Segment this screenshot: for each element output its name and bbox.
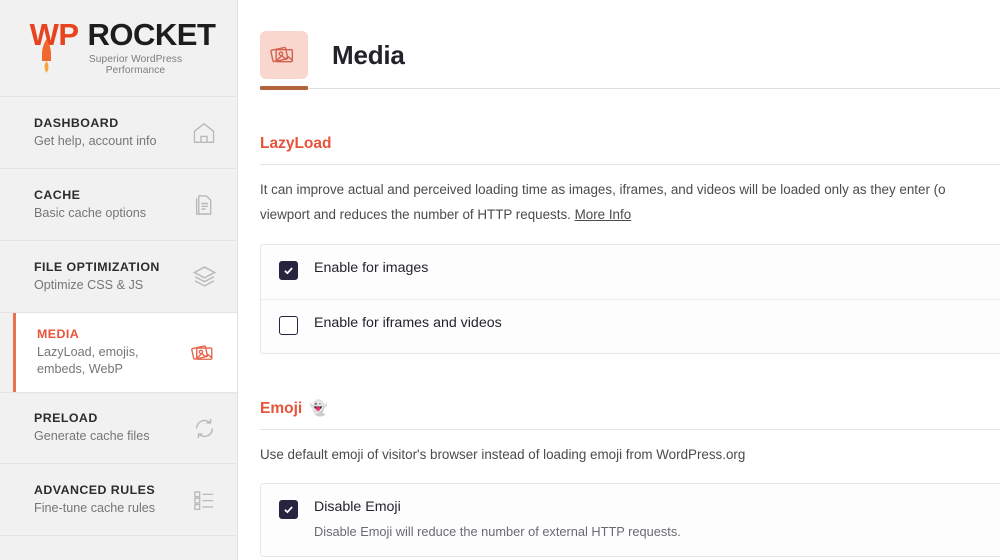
page-header: Media — [238, 0, 1000, 88]
option-row-enable-for-images[interactable]: Enable for images — [261, 245, 1000, 299]
home-icon — [189, 118, 219, 148]
sidebar-item-desc: Optimize CSS & JS — [34, 277, 144, 292]
checkbox-enable-for-images[interactable] — [279, 260, 298, 280]
lazyload-options-card: Enable for images Enable for iframes and… — [260, 243, 1000, 354]
sidebar-item-desc: Get help, account info — [34, 133, 157, 148]
option-sublabel: Disable Emoji will reduce the number of … — [314, 524, 681, 540]
brand-logo[interactable]: WP ROCKET Superior WordPress Performance — [0, 0, 237, 96]
photos-icon — [189, 338, 219, 368]
option-label[interactable]: Enable for images — [314, 260, 428, 278]
section-description-continued: viewport and reduces the number of HTTP … — [260, 204, 1000, 225]
option-label[interactable]: Enable for iframes and videos — [314, 315, 502, 333]
section-description: Use default emoji of visitor's browser i… — [260, 444, 1000, 465]
sidebar-item-desc: Fine-tune cache rules — [34, 500, 156, 515]
sidebar-item-title: CACHE — [34, 187, 81, 202]
section-description: It can improve actual and perceived load… — [260, 179, 1000, 200]
wp-rocket-settings-app: WP ROCKET Superior WordPress Performance… — [0, 0, 1000, 560]
section-title: LazyLoad — [260, 135, 1000, 153]
section-divider — [260, 164, 1000, 165]
section-divider — [260, 428, 1000, 430]
section-description-line2: viewport and reduces the number of HTTP … — [260, 207, 571, 223]
section-description-line1: It can improve actual and perceived load… — [260, 182, 946, 197]
document-icon — [189, 190, 219, 220]
layers-icon — [189, 262, 219, 292]
logo-rocket-text: ROCKET — [87, 17, 216, 52]
sidebar-item-file-optimization[interactable]: FILE OPTIMIZATION Optimize CSS & JS — [0, 241, 237, 313]
section-emoji: Emoji 👻 Use default emoji of visitor's b… — [238, 400, 1000, 557]
option-row-disable-emoji[interactable]: Disable Emoji Disable Emoji will reduce … — [261, 484, 1000, 556]
photos-icon — [260, 31, 308, 79]
sidebar-item-media[interactable]: MEDIA LazyLoad, emojis, embeds, WebP — [13, 313, 237, 392]
sidebar: WP ROCKET Superior WordPress Performance… — [0, 0, 238, 560]
check-icon — [284, 506, 293, 514]
sidebar-item-cache[interactable]: CACHE Basic cache options — [0, 169, 237, 241]
sidebar-item-title: FILE OPTIMIZATION — [34, 259, 160, 274]
main-content: Media LazyLoad It can improve actual and… — [238, 0, 1000, 560]
checkbox-enable-for-iframes-and-videos[interactable] — [279, 315, 298, 335]
sidebar-item-dashboard[interactable]: DASHBOARD Get help, account info — [0, 97, 237, 169]
sidebar-item-title: ADVANCED RULES — [34, 482, 156, 497]
section-title-text: LazyLoad — [260, 135, 332, 152]
check-icon — [284, 267, 293, 275]
emoji-options-card: Disable Emoji Disable Emoji will reduce … — [260, 483, 1000, 557]
option-row-enable-for-iframes-and-videos[interactable]: Enable for iframes and videos — [261, 298, 1000, 353]
sidebar-item-title: MEDIA — [37, 327, 80, 341]
sidebar-item-desc: Generate cache files — [34, 429, 150, 443]
ghost-emoji-icon: 👻 — [309, 400, 328, 418]
more-info-link[interactable]: More Info — [575, 207, 632, 222]
checkbox-disable-emoji[interactable] — [279, 500, 298, 520]
logo-wp-text: WP — [29, 17, 79, 52]
sidebar-item-preload[interactable]: PRELOAD Generate cache files — [0, 392, 237, 464]
page-title: Media — [332, 39, 405, 70]
page-header-underline — [260, 86, 1000, 90]
section-description-line1: Use default emoji of visitor's browser i… — [260, 446, 746, 462]
section-lazyload: LazyLoad It can improve actual and perce… — [238, 135, 1000, 354]
option-label[interactable]: Disable Emoji — [314, 499, 681, 517]
section-title-text: Emoji — [260, 399, 303, 417]
section-title: Emoji 👻 — [260, 400, 1000, 418]
sidebar-item-title: DASHBOARD — [34, 115, 119, 130]
sidebar-nav: DASHBOARD Get help, account info CACHE B… — [0, 97, 237, 536]
rocket-icon — [41, 39, 51, 73]
sidebar-item-desc: LazyLoad, emojis, embeds, WebP — [37, 345, 139, 376]
refresh-icon — [189, 413, 219, 443]
checklist-icon — [189, 485, 219, 515]
sidebar-item-desc: Basic cache options — [34, 205, 147, 220]
logo-tagline: Superior WordPress Performance — [88, 54, 183, 76]
sidebar-item-title: PRELOAD — [34, 411, 98, 425]
sidebar-item-advanced-rules[interactable]: ADVANCED RULES Fine-tune cache rules — [0, 464, 237, 536]
